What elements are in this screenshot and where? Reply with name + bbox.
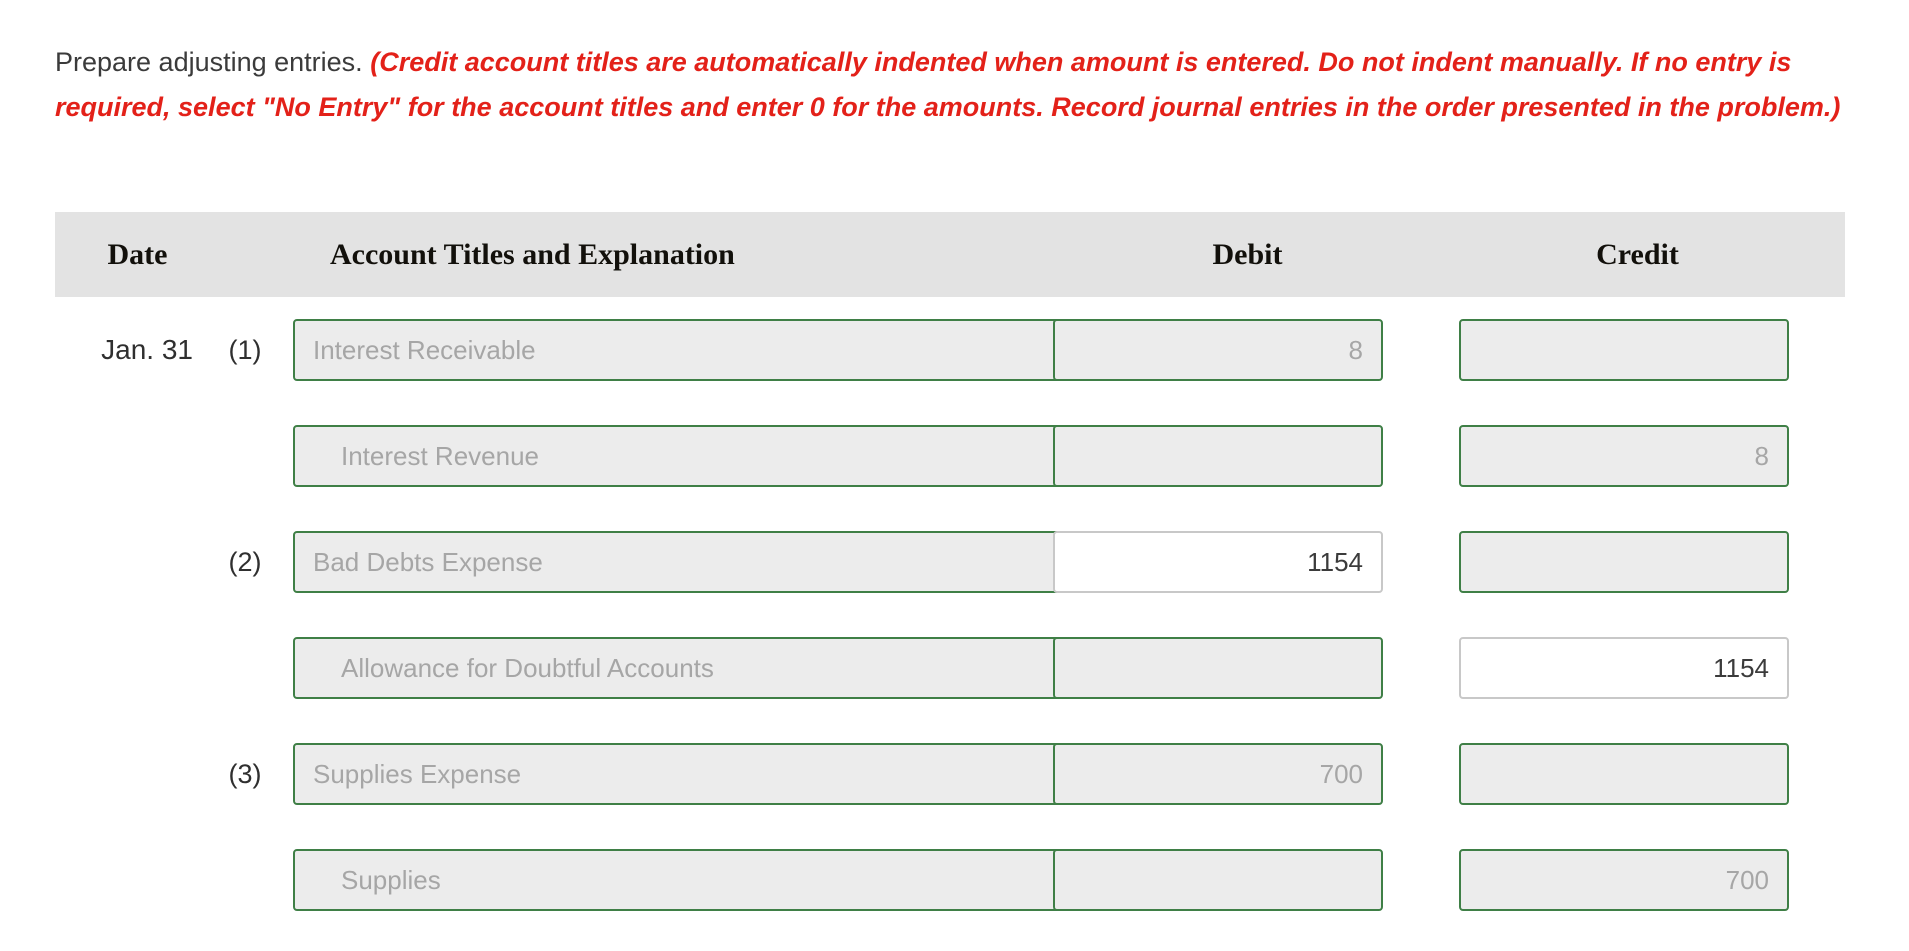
cell-account-title: Interest Revenue [285,425,1073,487]
debit-amount-input[interactable] [1053,425,1383,487]
table-row: Interest Revenue 8 [55,403,1845,509]
table-row: (3) Supplies Expense 700 [55,721,1845,827]
column-header-date: Date [107,237,168,271]
account-title-input[interactable]: Supplies [293,849,1073,911]
cell-account-title: Bad Debts Expense [285,531,1073,593]
credit-amount-input[interactable]: 700 [1459,849,1789,911]
cell-entry-number: (2) [228,546,262,577]
cell-entry-number: (1) [228,334,262,365]
cell-debit [1025,425,1415,487]
debit-amount-value: 8 [1348,334,1363,365]
instruction-main-text: Prepare adjusting entries. [55,47,363,77]
credit-amount-value: 1154 [1713,652,1769,683]
account-title-value: Supplies Expense [313,758,522,789]
table-header-row: Date Account Titles and Explanation Debi… [55,212,1845,297]
cell-date: Jan. 31 [101,334,193,365]
cell-account-title: Supplies Expense [285,743,1073,805]
table-row: Allowance for Doubtful Accounts 1154 [55,615,1845,721]
credit-amount-input[interactable] [1459,319,1789,381]
instructions: Prepare adjusting entries. (Credit accou… [55,40,1845,130]
column-header-credit: Credit [1596,237,1679,271]
cell-debit: 1154 [1025,531,1415,593]
account-title-value: Bad Debts Expense [313,546,543,577]
cell-entry-number: (3) [228,758,262,789]
cell-credit [1415,743,1805,805]
debit-amount-input[interactable]: 1154 [1053,531,1383,593]
table-row: (2) Bad Debts Expense 1154 [55,509,1845,615]
credit-amount-input[interactable] [1459,743,1789,805]
column-header-account-titles: Account Titles and Explanation [330,237,735,271]
cell-debit: 8 [1025,319,1415,381]
debit-amount-input[interactable]: 8 [1053,319,1383,381]
account-title-input[interactable]: Interest Receivable [293,319,1073,381]
account-title-value: Interest Receivable [313,334,536,365]
account-title-value: Interest Revenue [341,440,540,471]
journal-entry-page: Prepare adjusting entries. (Credit accou… [0,0,1909,951]
account-title-input[interactable]: Interest Revenue [293,425,1073,487]
debit-amount-input[interactable] [1053,849,1383,911]
credit-amount-value: 8 [1754,440,1769,471]
credit-amount-input[interactable]: 8 [1459,425,1789,487]
credit-amount-value: 700 [1725,864,1769,895]
account-title-value: Supplies [341,864,441,895]
cell-account-title: Allowance for Doubtful Accounts [285,637,1073,699]
cell-debit [1025,637,1415,699]
account-title-input[interactable]: Bad Debts Expense [293,531,1073,593]
table-body: Jan. 31 (1) Interest Receivable 8 Interest R… [55,297,1845,933]
table-row: Supplies 700 [55,827,1845,933]
cell-debit: 700 [1025,743,1415,805]
cell-credit [1415,319,1805,381]
credit-amount-input[interactable]: 1154 [1459,637,1789,699]
debit-amount-value: 1154 [1307,546,1363,577]
column-header-debit: Debit [1212,237,1283,271]
cell-account-title: Supplies [285,849,1073,911]
debit-amount-value: 700 [1319,758,1363,789]
cell-credit: 700 [1415,849,1805,911]
account-title-input[interactable]: Supplies Expense [293,743,1073,805]
cell-account-title: Interest Receivable [285,319,1073,381]
account-title-value: Allowance for Doubtful Accounts [341,652,714,683]
table-row: Jan. 31 (1) Interest Receivable 8 [55,297,1845,403]
cell-debit [1025,849,1415,911]
debit-amount-input[interactable] [1053,637,1383,699]
cell-credit: 8 [1415,425,1805,487]
journal-entry-table: Date Account Titles and Explanation Debi… [55,212,1845,933]
debit-amount-input[interactable]: 700 [1053,743,1383,805]
credit-amount-input[interactable] [1459,531,1789,593]
cell-credit: 1154 [1415,637,1805,699]
cell-credit [1415,531,1805,593]
account-title-input[interactable]: Allowance for Doubtful Accounts [293,637,1073,699]
